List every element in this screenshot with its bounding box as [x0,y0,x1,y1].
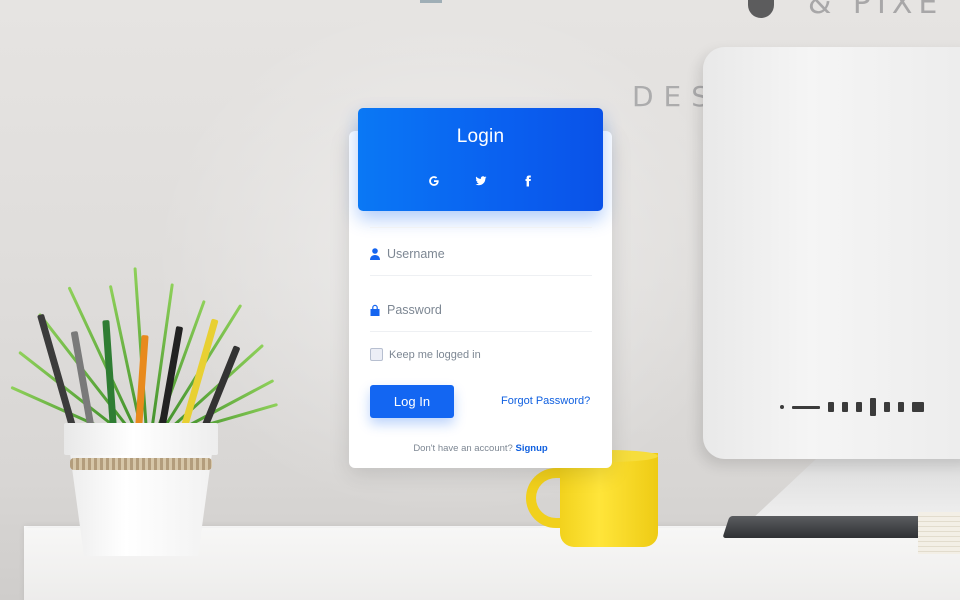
login-button[interactable]: Log In [370,385,454,418]
signup-link[interactable]: Signup [515,443,547,454]
pencil [135,334,149,431]
keyboard [722,516,930,538]
port [828,402,834,412]
pencil [70,330,95,431]
login-title: Login [456,126,505,147]
password-input[interactable] [387,302,577,317]
pot-twine [70,458,212,470]
port [898,402,904,412]
lock-icon [370,304,380,316]
port [780,405,784,409]
username-field [370,232,592,276]
forgot-password-link[interactable]: Forgot Password? [501,395,590,407]
pencils [37,300,241,432]
google-login-button[interactable] [425,172,442,189]
port [792,405,820,409]
signup-prompt: Don't have an account? [413,443,513,454]
plant-pot-rim [64,423,218,455]
monitor-ports [780,398,924,416]
remember-me-row: Keep me logged in [370,348,481,361]
password-field [370,288,592,332]
twitter-icon [475,175,486,185]
pencil [102,320,117,431]
login-header: Login [358,108,603,211]
book-stack [918,512,960,554]
remember-me-checkbox[interactable] [370,348,383,361]
remember-me-label: Keep me logged in [389,348,481,361]
wall-logo-text: & PIXE [808,0,944,21]
port [856,402,862,412]
divider [370,227,592,228]
wall-mark [420,0,442,3]
wall-logo-icon [748,0,774,18]
pencil [158,325,184,431]
twitter-login-button[interactable] [472,172,489,189]
port [870,398,876,416]
user-icon [370,247,380,260]
facebook-login-button[interactable] [519,172,536,189]
google-icon [428,175,439,186]
social-login-row [358,172,603,189]
facebook-icon [525,175,531,186]
port [884,402,890,412]
username-input[interactable] [387,246,577,261]
signup-line: Don't have an account? Signup [349,443,612,454]
port [842,402,848,412]
port [912,402,924,412]
